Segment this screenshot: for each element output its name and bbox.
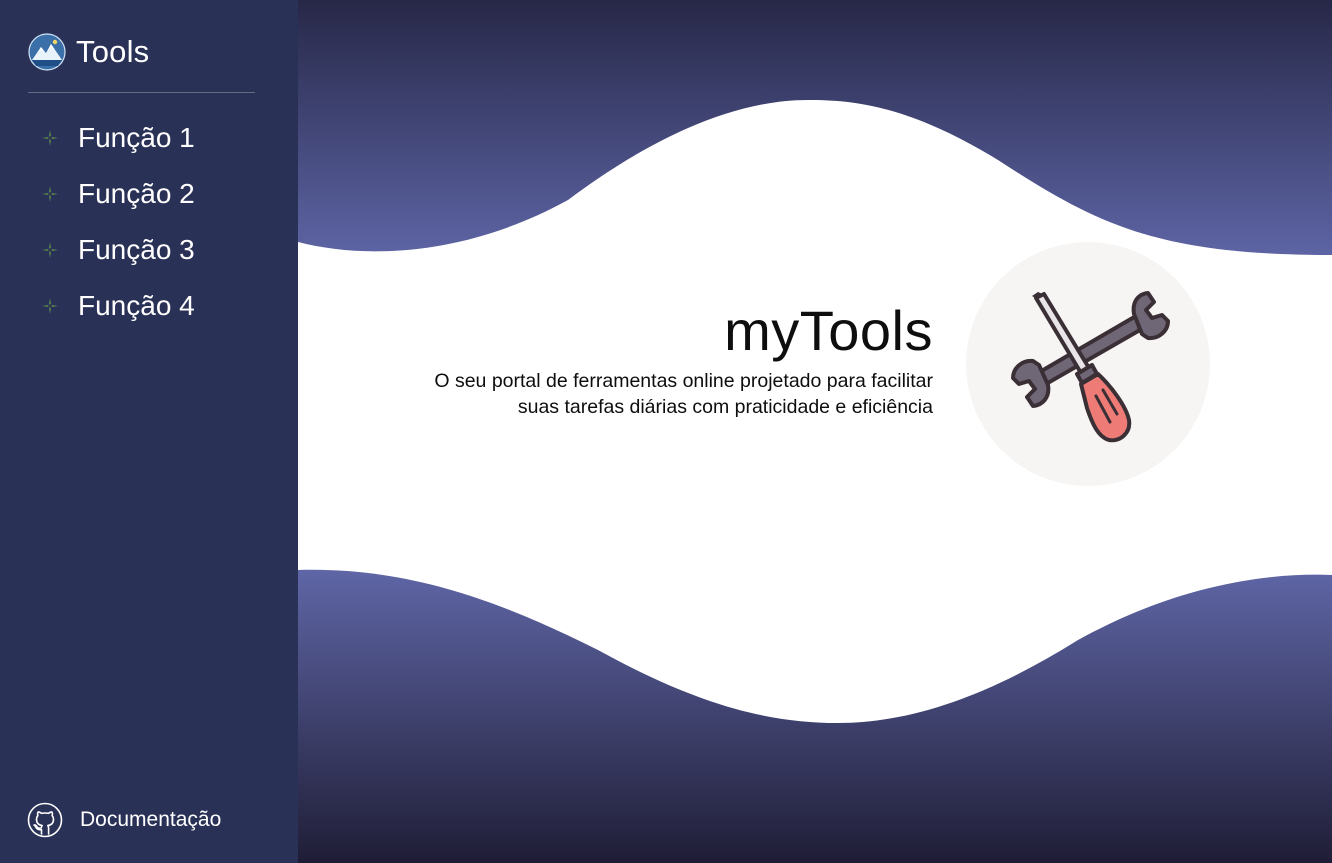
sparkle-icon: [42, 186, 58, 202]
subtitle-line-2: suas tarefas diárias com praticidade e e…: [517, 396, 933, 418]
sidebar-item-label: Função 4: [78, 290, 195, 321]
github-icon: [27, 802, 63, 838]
subtitle-line-1: O seu portal de ferramentas online proje…: [434, 370, 933, 392]
sparkle-icon: [42, 130, 58, 146]
sidebar: Tools Função 1 Função 2 Função 3 Função …: [0, 0, 298, 863]
main-content: myTools O seu portal de ferramentas onli…: [298, 0, 1332, 863]
page-title: myTools: [724, 299, 933, 362]
wrench-screwdriver-icon: [966, 242, 1210, 486]
brand-link[interactable]: Tools: [28, 33, 149, 71]
sidebar-item-label: Função 1: [78, 122, 195, 153]
sidebar-item-funcao-3[interactable]: Função 3: [40, 222, 195, 278]
documentation-link[interactable]: Documentação: [26, 801, 221, 839]
sidebar-divider: [28, 92, 255, 93]
sparkle-icon: [42, 298, 58, 314]
sidebar-item-funcao-4[interactable]: Função 4: [40, 278, 195, 334]
sidebar-item-funcao-1[interactable]: Função 1: [40, 110, 195, 166]
brand-title: Tools: [76, 34, 150, 69]
top-wave: [298, 0, 1332, 255]
sidebar-item-funcao-2[interactable]: Função 2: [40, 166, 195, 222]
mountain-logo-icon: [28, 33, 66, 71]
sidebar-item-label: Função 2: [78, 178, 195, 209]
sparkle-icon: [42, 242, 58, 258]
documentation-label: Documentação: [80, 808, 222, 831]
page-subtitle: O seu portal de ferramentas online proje…: [328, 368, 933, 420]
sidebar-item-label: Função 3: [78, 234, 195, 265]
hero: myTools O seu portal de ferramentas onli…: [328, 300, 933, 420]
bottom-wave: [298, 569, 1332, 863]
sidebar-menu: Função 1 Função 2 Função 3 Função 4: [40, 110, 195, 334]
